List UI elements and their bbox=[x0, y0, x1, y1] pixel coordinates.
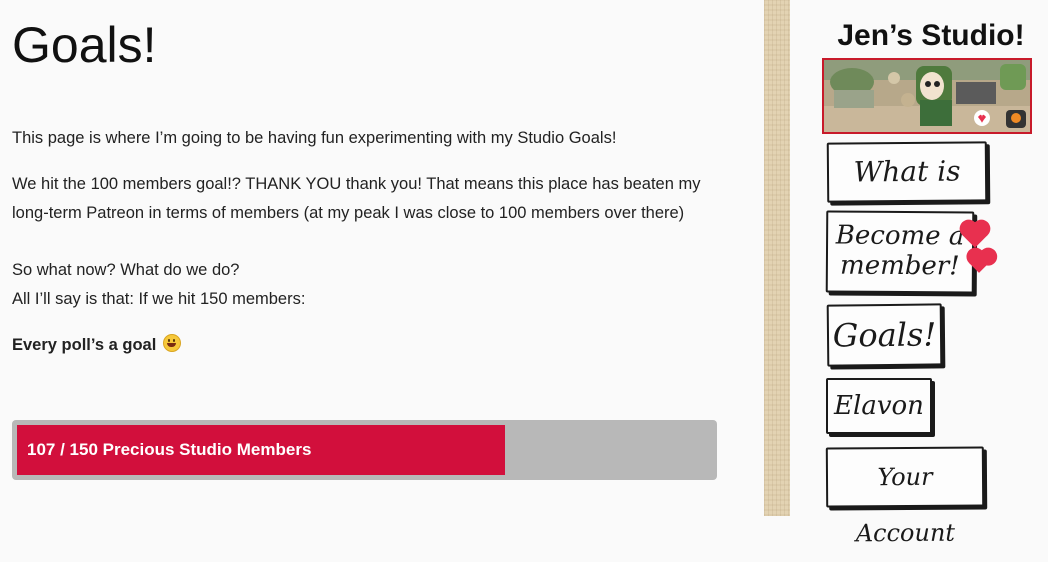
intro-paragraph: This page is where I’m going to be havin… bbox=[12, 129, 617, 147]
nav-goals-button[interactable]: Goals! bbox=[826, 303, 943, 367]
nav-your-account-button[interactable]: Your Account bbox=[825, 446, 985, 547]
studio-artwork-image bbox=[824, 60, 1030, 132]
goal-heading-text: Every poll’s a goal bbox=[12, 336, 157, 354]
sidebar: Jen’s Studio! What is this? Become a bbox=[790, 0, 1048, 547]
question-line: So what now? What do we do? bbox=[12, 261, 240, 279]
studio-artwork-banner[interactable] bbox=[822, 58, 1032, 134]
nav-your-account-label: Your Account bbox=[855, 462, 956, 548]
nav-elavon-label: Elavon bbox=[834, 391, 924, 421]
goal-progress-label: 107 / 150 Precious Studio Members bbox=[27, 440, 312, 459]
page-title: Goals! bbox=[12, 17, 157, 73]
goal-heading: Every poll’s a goal bbox=[12, 331, 732, 360]
paper-divider bbox=[764, 0, 790, 516]
page-body: This page is where I’m going to be havin… bbox=[12, 124, 732, 377]
nav-become-member-line1: Become a bbox=[835, 220, 965, 252]
condition-line: All I’ll say is that: If we hit 150 memb… bbox=[12, 290, 306, 308]
nav-become-member-line2: member! bbox=[839, 250, 960, 282]
nav-become-member-button[interactable]: Become a member! bbox=[825, 210, 975, 294]
studio-title: Jen’s Studio! bbox=[837, 19, 1025, 52]
goal-progress-bar: 107 / 150 Precious Studio Members bbox=[12, 420, 717, 480]
milestone-paragraph: We hit the 100 members goal!? THANK YOU … bbox=[12, 175, 701, 222]
nav-elavon-button[interactable]: Elavon bbox=[826, 378, 932, 434]
grinning-face-icon bbox=[162, 334, 181, 352]
nav-goals-label: Goals! bbox=[832, 315, 937, 355]
question-paragraph: So what now? What do we do? All I’ll say… bbox=[12, 256, 732, 314]
main-content: Goals! This page is where I’m going to b… bbox=[0, 0, 764, 516]
nav-what-is-this-button[interactable]: What is this? bbox=[826, 141, 988, 244]
